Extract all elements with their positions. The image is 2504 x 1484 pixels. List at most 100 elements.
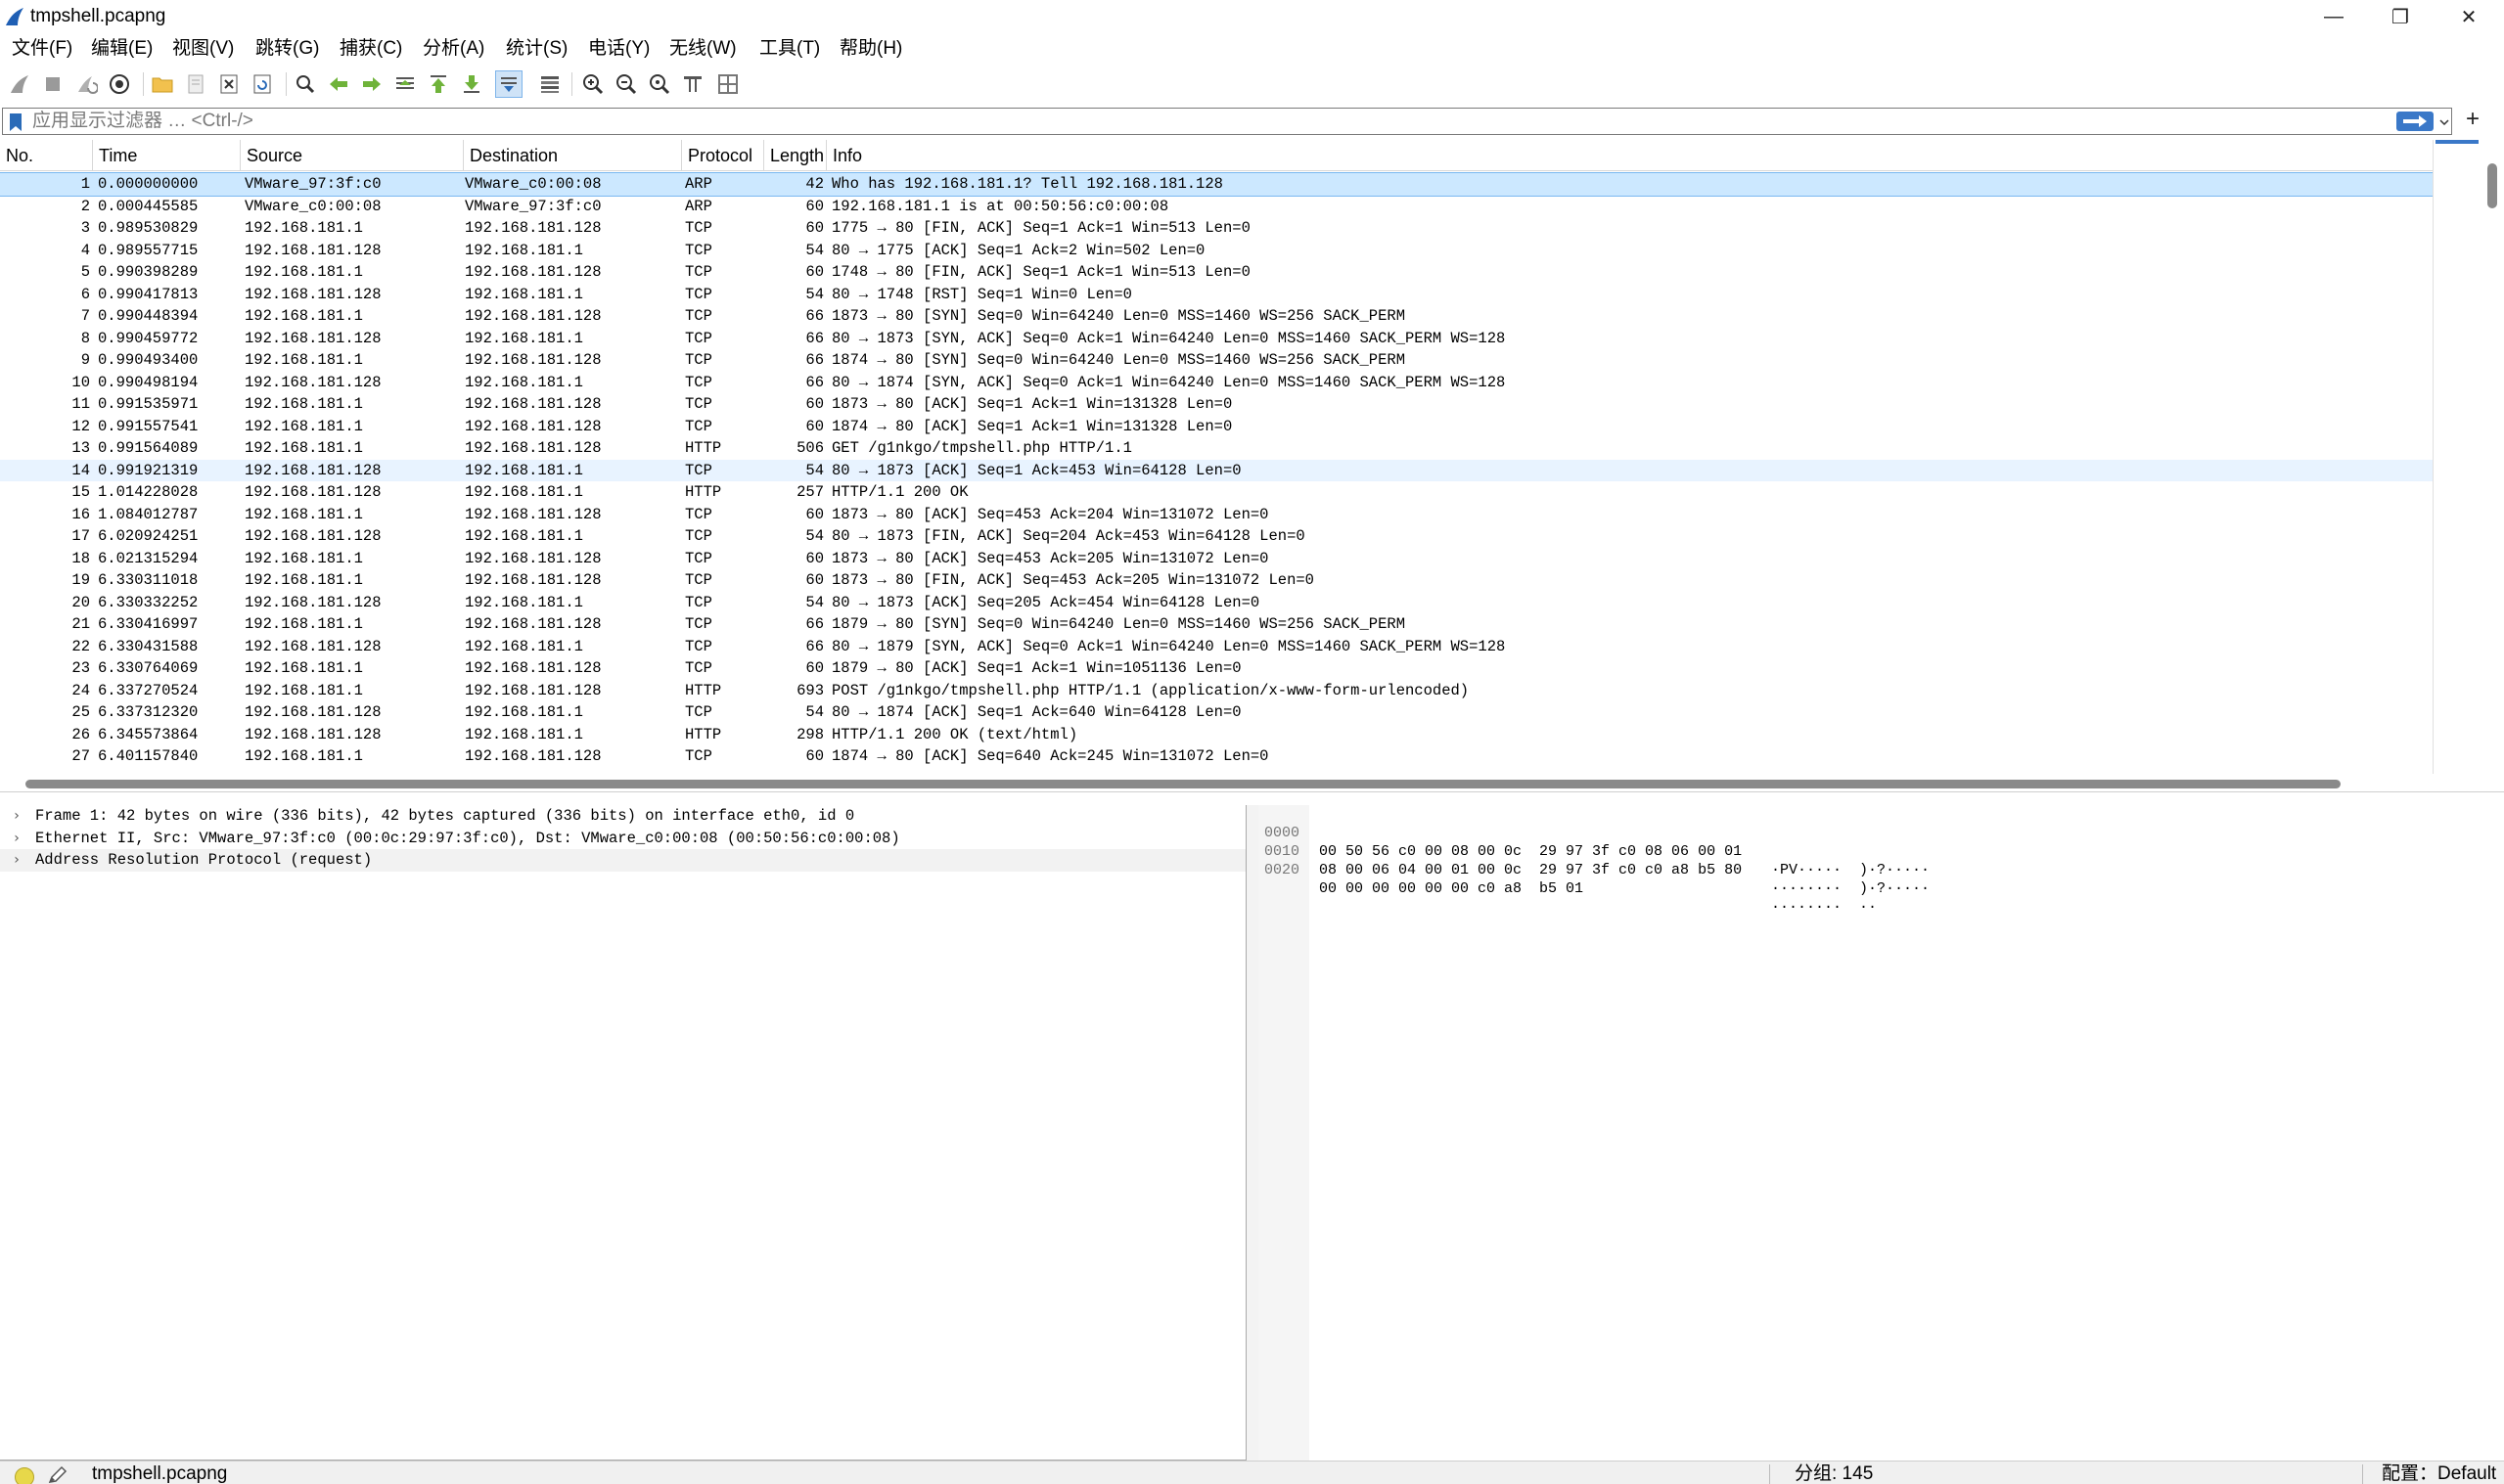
bookmark-icon[interactable] — [9, 112, 23, 132]
bytes-hex[interactable]: 08 00 06 04 00 01 00 0c 29 97 3f c0 c0 a… — [1319, 861, 1742, 879]
add-filter-button[interactable]: + — [2460, 106, 2485, 133]
open-file-icon[interactable] — [149, 70, 176, 98]
layout-icon[interactable] — [714, 70, 742, 98]
go-last-icon[interactable] — [458, 70, 485, 98]
menu-edit[interactable]: 编辑(E) — [91, 37, 153, 61]
packet-row[interactable]: 14 0.991921319 192.168.181.128 192.168.181.… — [0, 459, 2433, 481]
packet-row[interactable]: 3 0.989530829 192.168.181.1 192.168.181.128… — [0, 217, 2433, 240]
apply-filter-button[interactable] — [2396, 112, 2434, 131]
menu-tools[interactable]: 工具(T) — [759, 37, 820, 61]
horizontal-scroll-thumb[interactable] — [25, 780, 2341, 788]
menu-capture[interactable]: 捕获(C) — [340, 37, 402, 61]
column-header-info[interactable]: Info — [827, 140, 2433, 171]
packet-row[interactable]: 8 0.990459772 192.168.181.128 192.168.181.1… — [0, 328, 2433, 350]
menu-telephony[interactable]: 电话(Y) — [588, 37, 650, 61]
go-back-icon[interactable] — [325, 70, 352, 98]
packet-row[interactable]: 5 0.990398289 192.168.181.1 192.168.181.128… — [0, 261, 2433, 284]
restart-capture-icon[interactable] — [72, 70, 100, 98]
go-first-icon[interactable] — [425, 70, 452, 98]
vertical-scroll-thumb[interactable] — [2487, 163, 2497, 208]
expand-arrow-icon[interactable]: › — [10, 849, 23, 872]
detail-frame-row[interactable]: › Frame 1: 42 bytes on wire (336 bits), … — [0, 805, 1246, 828]
packet-row[interactable]: 2 0.000445585 VMware_c0:00:08 VMware_97:3f:… — [0, 196, 2433, 218]
packet-row[interactable]: 20 6.330332252 192.168.181.128 192.168.181.… — [0, 592, 2433, 614]
packet-row[interactable]: 4 0.989557715 192.168.181.128 192.168.181.1… — [0, 240, 2433, 262]
detail-ethernet-row[interactable]: › Ethernet II, Src: VMware_97:3f:c0 (00:… — [0, 828, 1246, 850]
menu-wireless[interactable]: 无线(W) — [669, 37, 737, 61]
bytes-row[interactable]: 0020 00 00 00 00 00 00 c0 a8 b5 01 ·····… — [1258, 842, 1877, 916]
resize-columns-icon[interactable] — [679, 70, 706, 98]
stop-capture-icon[interactable] — [39, 70, 67, 98]
menu-help[interactable]: 帮助(H) — [840, 37, 902, 61]
column-header-time[interactable]: Time — [93, 140, 241, 171]
column-header-length[interactable]: Length — [764, 140, 827, 171]
expert-info-led-icon[interactable] — [15, 1467, 34, 1484]
packet-row[interactable]: 1 0.000000000 VMware_97:3f:c0 VMware_c0:00:… — [0, 172, 2434, 197]
cell-time: 6.021315294 — [98, 549, 199, 567]
close-file-icon[interactable] — [215, 70, 243, 98]
find-packet-icon[interactable] — [292, 70, 319, 98]
packet-row[interactable]: 25 6.337312320 192.168.181.128 192.168.181.… — [0, 701, 2433, 724]
column-header-protocol[interactable]: Protocol — [682, 140, 764, 171]
menu-analyze[interactable]: 分析(A) — [423, 37, 484, 61]
pane-splitter[interactable] — [1247, 805, 1258, 1461]
packet-row[interactable]: 7 0.990448394 192.168.181.1 192.168.181.128… — [0, 305, 2433, 328]
packet-row[interactable]: 19 6.330311018 192.168.181.1 192.168.181.12… — [0, 569, 2433, 592]
packet-row[interactable]: 17 6.020924251 192.168.181.128 192.168.181.… — [0, 525, 2433, 548]
bytes-row[interactable]: 0000 00 50 56 c0 00 08 00 0c 29 97 3f c0… — [1258, 805, 1930, 878]
packet-row[interactable]: 13 0.991564089 192.168.181.1 192.168.181.12… — [0, 437, 2433, 460]
display-filter-input[interactable] — [32, 110, 2381, 133]
packet-row[interactable]: 22 6.330431588 192.168.181.128 192.168.181.… — [0, 636, 2433, 658]
capture-options-icon[interactable] — [106, 70, 133, 98]
go-forward-icon[interactable] — [358, 70, 386, 98]
menu-view[interactable]: 视图(V) — [172, 37, 234, 61]
menu-go[interactable]: 跳转(G) — [255, 37, 319, 61]
packet-row[interactable]: 24 6.337270524 192.168.181.1 192.168.181.12… — [0, 680, 2433, 702]
zoom-reset-icon[interactable] — [646, 70, 673, 98]
edit-comment-icon[interactable] — [47, 1465, 68, 1484]
packet-row[interactable]: 18 6.021315294 192.168.181.1 192.168.181.12… — [0, 548, 2433, 570]
bytes-ascii[interactable]: ········ )·?····· — [1771, 879, 1930, 898]
packet-row[interactable]: 11 0.991535971 192.168.181.1 192.168.181.12… — [0, 393, 2433, 416]
expand-arrow-icon[interactable]: › — [10, 805, 23, 828]
detail-arp-row[interactable]: › Address Resolution Protocol (request) — [0, 849, 1246, 872]
menu-file[interactable]: 文件(F) — [12, 37, 72, 61]
packet-row[interactable]: 23 6.330764069 192.168.181.1 192.168.181.12… — [0, 657, 2433, 680]
column-header-source[interactable]: Source — [241, 140, 464, 171]
packet-list-vertical-scrollbar[interactable] — [2433, 140, 2504, 774]
bytes-ascii[interactable]: ········ ·· — [1771, 898, 1877, 917]
autoscroll-icon[interactable] — [495, 70, 523, 98]
packet-row[interactable]: 16 1.084012787 192.168.181.1 192.168.181.12… — [0, 504, 2433, 526]
restore-button[interactable]: ❐ — [2366, 0, 2435, 33]
expand-arrow-icon[interactable]: › — [10, 828, 23, 850]
save-file-icon[interactable] — [182, 70, 209, 98]
packet-row[interactable]: 6 0.990417813 192.168.181.128 192.168.181.1… — [0, 284, 2433, 306]
colorize-icon[interactable] — [536, 70, 564, 98]
packet-list-horizontal-scrollbar[interactable] — [0, 774, 2433, 791]
reload-file-icon[interactable] — [249, 70, 276, 98]
packet-row[interactable]: 21 6.330416997 192.168.181.1 192.168.181.12… — [0, 613, 2433, 636]
close-button[interactable]: ✕ — [2435, 0, 2503, 33]
column-header-no[interactable]: No. — [0, 140, 93, 171]
packet-row[interactable]: 27 6.401157840 192.168.181.1 192.168.181.12… — [0, 745, 2433, 768]
packet-row[interactable]: 26 6.345573864 192.168.181.128 192.168.181.… — [0, 724, 2433, 746]
column-header-destination[interactable]: Destination — [464, 140, 682, 171]
packet-row[interactable]: 10 0.990498194 192.168.181.128 192.168.181.… — [0, 372, 2433, 394]
filter-history-dropdown[interactable] — [2437, 112, 2451, 132]
start-capture-icon[interactable] — [6, 70, 33, 98]
status-profile[interactable]: 配置：Default — [2382, 1464, 2496, 1484]
cell-info: 1775 → 80 [FIN, ACK] Seq=1 Ack=1 Win=513… — [832, 219, 1251, 237]
packet-row[interactable]: 15 1.014228028 192.168.181.128 192.168.181.… — [0, 481, 2433, 504]
menu-statistics[interactable]: 统计(S) — [506, 37, 568, 61]
bytes-hex[interactable]: 00 00 00 00 00 00 c0 a8 b5 01 — [1319, 879, 1583, 898]
bytes-ascii[interactable]: ·PV····· )·?····· — [1771, 861, 1930, 879]
packet-row[interactable]: 12 0.991557541 192.168.181.1 192.168.181.12… — [0, 416, 2433, 438]
minimize-button[interactable]: — — [2299, 0, 2368, 33]
go-to-packet-icon[interactable] — [391, 70, 419, 98]
packet-row[interactable]: 9 0.990493400 192.168.181.1 192.168.181.128… — [0, 349, 2433, 372]
zoom-in-icon[interactable] — [579, 70, 607, 98]
bytes-hex[interactable]: 00 50 56 c0 00 08 00 0c 29 97 3f c0 08 0… — [1319, 842, 1742, 861]
zoom-out-icon[interactable] — [613, 70, 640, 98]
bytes-row[interactable]: 0010 08 00 06 04 00 01 00 0c 29 97 3f c0… — [1258, 824, 1930, 897]
pane-divider[interactable] — [0, 791, 2504, 805]
